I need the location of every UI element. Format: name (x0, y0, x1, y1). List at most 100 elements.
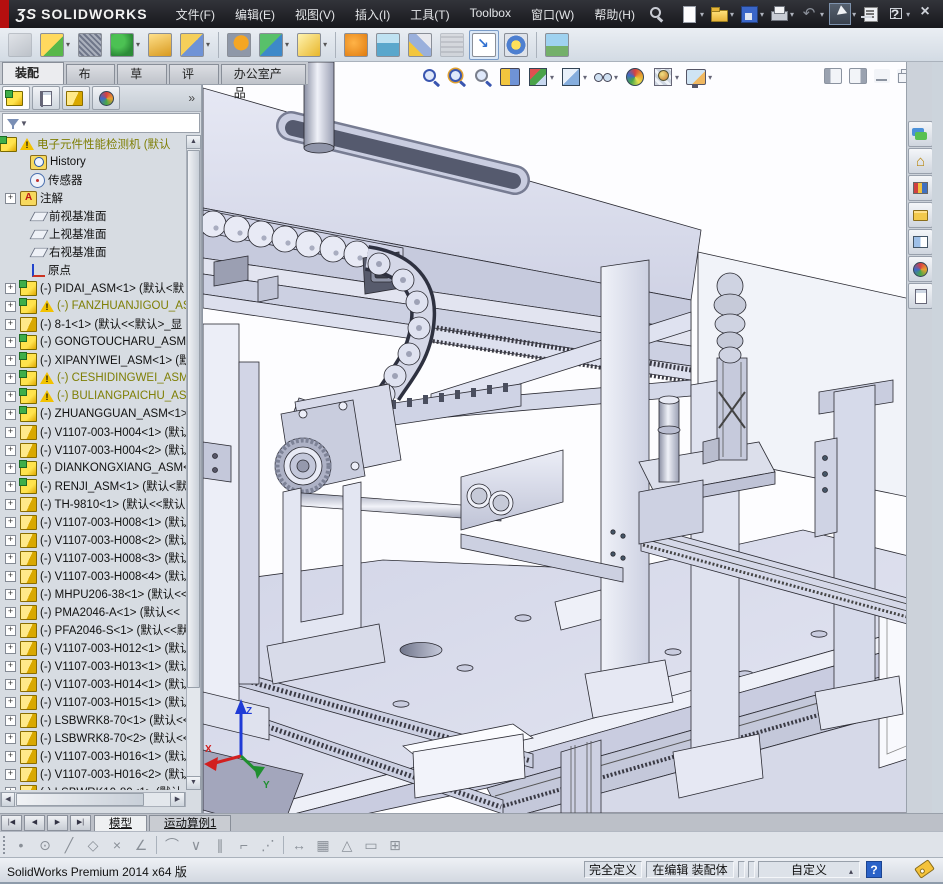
featuremanager-tab[interactable] (2, 86, 30, 110)
tree-item[interactable]: +(-) DIANKONGXIANG_ASM<1 (0, 459, 186, 477)
tree-item[interactable]: +(-) CESHIDINGWEI_ASM< (0, 369, 186, 387)
expand-plus[interactable]: + (5, 193, 16, 204)
expand-plus[interactable]: + (5, 553, 16, 564)
zoom-to-area-icon[interactable] (447, 67, 467, 87)
custom-properties-icon[interactable] (908, 283, 933, 309)
model-canvas[interactable]: X Y Z (203, 62, 933, 813)
tree-item[interactable]: 右视基准面 (0, 243, 186, 261)
help-status-icon[interactable]: ? (866, 861, 882, 878)
menu-item[interactable]: Toolbox (460, 1, 521, 28)
configurationmanager-tab[interactable] (62, 86, 90, 110)
expand-plus[interactable]: + (5, 571, 16, 582)
tree-item[interactable]: +(-) V1107-003-H016<2> (默认 (0, 765, 186, 783)
expand-plus[interactable]: + (5, 697, 16, 708)
expand-plus[interactable]: + (5, 787, 16, 791)
tree-item[interactable]: +(-) LSBWRK10-80<1> (默认< (0, 783, 186, 790)
tree-item[interactable]: History (0, 153, 186, 171)
chevron-down-icon[interactable]: ▾ (66, 40, 70, 49)
tree-item[interactable]: +(-) V1107-003-H012<1> (默认 (0, 639, 186, 657)
tree-item[interactable]: +(-) FANZHUANJIGOU_ASM (0, 297, 186, 315)
expand-plus[interactable]: + (5, 337, 16, 348)
expand-plus[interactable]: + (5, 751, 16, 762)
zoom-to-fit-icon[interactable] (421, 67, 441, 87)
expand-plus[interactable]: + (5, 679, 16, 690)
expand-plus[interactable]: + (5, 301, 16, 312)
tree-item[interactable]: +(-) GONGTOUCHARU_ASM<1 (0, 333, 186, 351)
expand-plus[interactable]: + (5, 769, 16, 780)
tab-评估[interactable]: 评估 (169, 64, 219, 84)
tree-item[interactable]: +(-) 8-1<1> (默认<<默认>_显 (0, 315, 186, 333)
pane-left-icon[interactable] (824, 68, 842, 84)
pane-right-icon[interactable] (849, 68, 867, 84)
search-icon[interactable] (647, 5, 665, 23)
tree-item[interactable]: +(-) LSBWRK8-70<1> (默认<< (0, 711, 186, 729)
view-palette-icon[interactable] (908, 229, 933, 255)
expand-plus[interactable]: + (5, 661, 16, 672)
tree-item[interactable]: +(-) V1107-003-H008<2> (默认 (0, 531, 186, 549)
tree-item[interactable]: +(-) V1107-003-H008<4> (默认 (0, 567, 186, 585)
forum-chat-icon[interactable] (908, 121, 933, 147)
exploded-view-icon[interactable] (405, 30, 435, 60)
chevron-down-icon[interactable]: ▼ (20, 119, 28, 128)
chevron-down-icon[interactable]: ▾ (614, 73, 618, 82)
tag-icon[interactable] (914, 859, 935, 879)
reference-geometry-icon[interactable]: ▾ (294, 30, 330, 60)
menu-item[interactable]: 工具(T) (400, 1, 459, 28)
tab-nav-button[interactable]: |◀ (1, 815, 22, 831)
tab-草图[interactable]: 草图 (117, 64, 167, 84)
chevron-down-icon[interactable]: ▾ (700, 10, 704, 19)
tree-item[interactable]: 前视基准面 (0, 207, 186, 225)
expand-plus[interactable]: + (5, 373, 16, 384)
open-icon[interactable] (709, 4, 729, 24)
tab-nav-button[interactable]: ◀ (24, 815, 45, 831)
move-component-icon[interactable]: ▾ (177, 30, 213, 60)
chevron-down-icon[interactable]: ▾ (730, 10, 734, 19)
edit-appearance-icon[interactable] (624, 66, 646, 88)
menu-item[interactable]: 窗口(W) (521, 1, 584, 28)
view-orientation-icon[interactable]: ▾ (527, 66, 554, 88)
scroll-up-button[interactable]: ▲ (186, 135, 201, 149)
save-icon[interactable] (739, 4, 759, 24)
scroll-thumb[interactable] (16, 793, 144, 806)
tree-item[interactable]: +(-) ZHUANGGUAN_ASM<1> ( (0, 405, 186, 423)
minimize-button[interactable] (855, 5, 879, 22)
apply-scene-icon[interactable]: ▾ (652, 66, 679, 88)
menu-item[interactable]: 插入(I) (345, 1, 400, 28)
scroll-down-button[interactable]: ▼ (186, 776, 201, 790)
menu-item[interactable]: 编辑(E) (225, 1, 285, 28)
component-pattern-icon[interactable]: ▾ (107, 30, 143, 60)
tree-item[interactable]: +(-) V1107-003-H008<1> (默认 (0, 513, 186, 531)
tree-item[interactable]: +(-) V1107-003-H004<2> (默认 (0, 441, 186, 459)
displaymanager-tab[interactable] (92, 86, 120, 110)
expand-plus[interactable]: + (5, 607, 16, 618)
doc-tab-运动算例1[interactable]: 运动算例1 (149, 815, 231, 832)
appearance-panel-icon[interactable] (542, 30, 572, 60)
expand-plus[interactable]: + (5, 427, 16, 438)
chevron-down-icon[interactable]: ▾ (323, 40, 327, 49)
custom-dropdown[interactable]: 自定义▴ (758, 861, 860, 878)
tree-item[interactable]: +注解 (0, 189, 186, 207)
expand-plus[interactable]: + (5, 643, 16, 654)
expand-plus[interactable]: + (5, 319, 16, 330)
new-document-icon[interactable] (679, 4, 699, 24)
expand-plus[interactable]: + (5, 391, 16, 402)
panel-expand-chevron[interactable]: » (188, 91, 195, 105)
expand-plus[interactable]: + (5, 355, 16, 366)
expand-plus[interactable]: + (5, 535, 16, 546)
filter-bar[interactable]: ▼ (2, 113, 200, 133)
print-icon[interactable] (769, 4, 789, 24)
expand-plus[interactable]: + (5, 625, 16, 636)
tab-办公室产品[interactable]: 办公室产品 (221, 64, 306, 84)
expand-plus[interactable]: + (5, 499, 16, 510)
tree-item[interactable]: +(-) BULIANGPAICHU_ASM- (0, 387, 186, 405)
mate-icon[interactable] (75, 30, 105, 60)
propertymanager-tab[interactable] (32, 86, 60, 110)
display-style-icon[interactable]: ▾ (560, 66, 587, 88)
tab-布局[interactable]: 布局 (66, 64, 116, 84)
tree-item[interactable]: 电子元件性能检测机 (默认 (0, 135, 186, 153)
tree-item[interactable]: +(-) RENJI_ASM<1> (默认<默 (0, 477, 186, 495)
maximize-button[interactable] (884, 5, 908, 22)
doc-tab-模型[interactable]: 模型 (94, 815, 147, 832)
expand-plus[interactable]: + (5, 733, 16, 744)
resources-home-icon[interactable] (908, 148, 933, 174)
